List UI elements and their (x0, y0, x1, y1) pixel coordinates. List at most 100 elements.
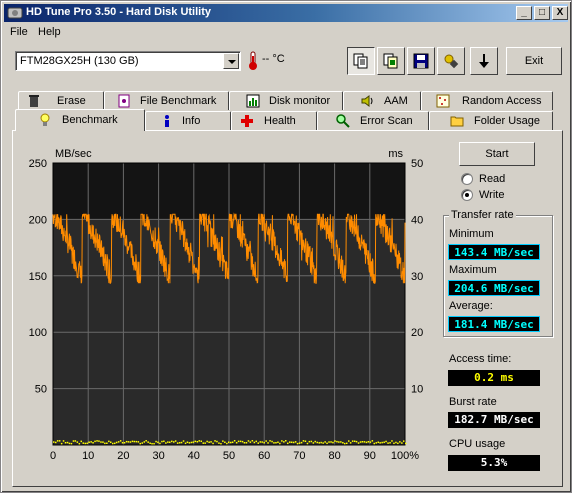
left-tick-label: 50 (35, 384, 47, 396)
access-time-point (141, 442, 143, 444)
tab-label: Error Scan (360, 115, 413, 127)
read-radio[interactable] (461, 173, 473, 185)
health-cross-icon (241, 115, 253, 127)
access-time-point (206, 440, 208, 443)
access-time-point (275, 442, 277, 444)
access-time-point (281, 440, 283, 442)
access-time-point (296, 442, 299, 445)
access-time-point (273, 442, 275, 444)
access-time-point (200, 440, 202, 442)
access-time-point (165, 442, 167, 444)
average-label: Average: (449, 300, 493, 312)
access-time-point (102, 441, 104, 443)
tab-label: AAM (384, 95, 408, 107)
chevron-down-icon[interactable] (223, 53, 239, 69)
access-time-point (212, 442, 214, 445)
download-button[interactable] (470, 47, 498, 75)
tab-label: Erase (57, 95, 86, 107)
options-button[interactable] (437, 47, 465, 75)
access-time-point (174, 440, 177, 442)
exit-button[interactable]: Exit (506, 47, 562, 75)
tab-erase[interactable]: Erase (18, 91, 104, 110)
access-time-point (104, 442, 106, 445)
minimize-button[interactable]: _ (516, 6, 532, 20)
access-time-point (226, 442, 228, 445)
tab-aam[interactable]: AAM (343, 91, 421, 110)
tab-error-scan[interactable]: Error Scan (317, 111, 429, 130)
access-time-point (353, 440, 356, 442)
tab-info[interactable]: Info (145, 111, 231, 130)
access-time-point (129, 441, 132, 443)
trash-icon (29, 95, 39, 107)
left-axis-unit: MB/sec (55, 148, 92, 160)
tab-label: File Benchmark (140, 95, 217, 107)
toolbar: FTM28GX25H (130 GB) -- °C Exit (4, 43, 568, 79)
access-time-point (192, 441, 195, 443)
access-time-point (298, 442, 301, 444)
access-time-point (399, 441, 401, 443)
x-tick-label: 40 (188, 450, 200, 462)
drive-select[interactable]: FTM28GX25H (130 GB) (15, 51, 241, 71)
access-time-point (405, 442, 407, 445)
access-time-point (397, 442, 399, 445)
x-tick-label: 60 (258, 450, 270, 462)
access-time-point (222, 440, 224, 442)
access-time-point (216, 440, 218, 443)
access-time-point (184, 442, 187, 445)
access-time-point (55, 441, 57, 444)
access-time-point (363, 441, 366, 443)
access-time-point (100, 441, 102, 443)
tab-disk-monitor[interactable]: Disk monitor (229, 91, 343, 110)
maximize-button[interactable]: □ (534, 6, 550, 20)
access-time-point (204, 442, 206, 444)
tab-label: Health (264, 115, 296, 127)
title-bar[interactable]: HD Tune Pro 3.50 - Hard Disk Utility _ □… (4, 4, 568, 22)
access-time-point (387, 442, 389, 444)
access-time-point (127, 441, 130, 443)
close-button[interactable]: X (552, 6, 568, 20)
right-tick-label: 10 (411, 384, 423, 396)
tab-label: Disk monitor (269, 95, 331, 107)
access-time-point (289, 441, 291, 443)
access-time-point (159, 442, 161, 445)
access-time-point (58, 440, 61, 442)
access-time-point (76, 441, 79, 443)
access-time-point (60, 442, 63, 445)
write-radio[interactable] (461, 189, 473, 201)
access-time-point (318, 442, 320, 444)
access-time-point (265, 440, 267, 442)
folder-icon (450, 116, 464, 127)
access-time-point (290, 441, 293, 443)
access-time-point (145, 440, 147, 442)
speaker-icon (361, 95, 373, 107)
access-time-point (302, 440, 305, 442)
access-time-point (304, 440, 307, 442)
copy-text-button[interactable] (347, 47, 375, 75)
access-time-point (66, 441, 69, 444)
access-time-point (112, 442, 114, 445)
access-time-point (237, 440, 240, 443)
tab-folder-usage[interactable]: Folder Usage (429, 111, 553, 130)
cpu-usage-label: CPU usage (449, 438, 506, 450)
start-button[interactable]: Start (459, 142, 535, 166)
save-icon (413, 53, 429, 69)
access-time-point (233, 440, 236, 442)
tab-random-access[interactable]: Random Access (421, 91, 553, 110)
save-button[interactable] (407, 47, 435, 75)
access-time-point (92, 442, 94, 444)
tab-benchmark[interactable]: Benchmark (15, 109, 145, 131)
access-time-point (194, 440, 197, 443)
tab-file-benchmark[interactable]: File Benchmark (104, 91, 229, 110)
menu-help[interactable]: Help (38, 26, 61, 38)
access-time-point (230, 441, 232, 444)
access-time-point (349, 442, 352, 444)
access-time-point (245, 442, 248, 444)
access-time-point (259, 441, 261, 443)
copy-screen-button[interactable] (377, 47, 405, 75)
burst-rate-value: 182.7 MB/sec (448, 412, 540, 428)
menu-file[interactable]: File (10, 26, 28, 38)
write-radio-label: Write (479, 189, 505, 201)
tab-health[interactable]: Health (231, 111, 317, 130)
access-time-point (147, 441, 149, 443)
minimum-label: Minimum (449, 228, 494, 240)
